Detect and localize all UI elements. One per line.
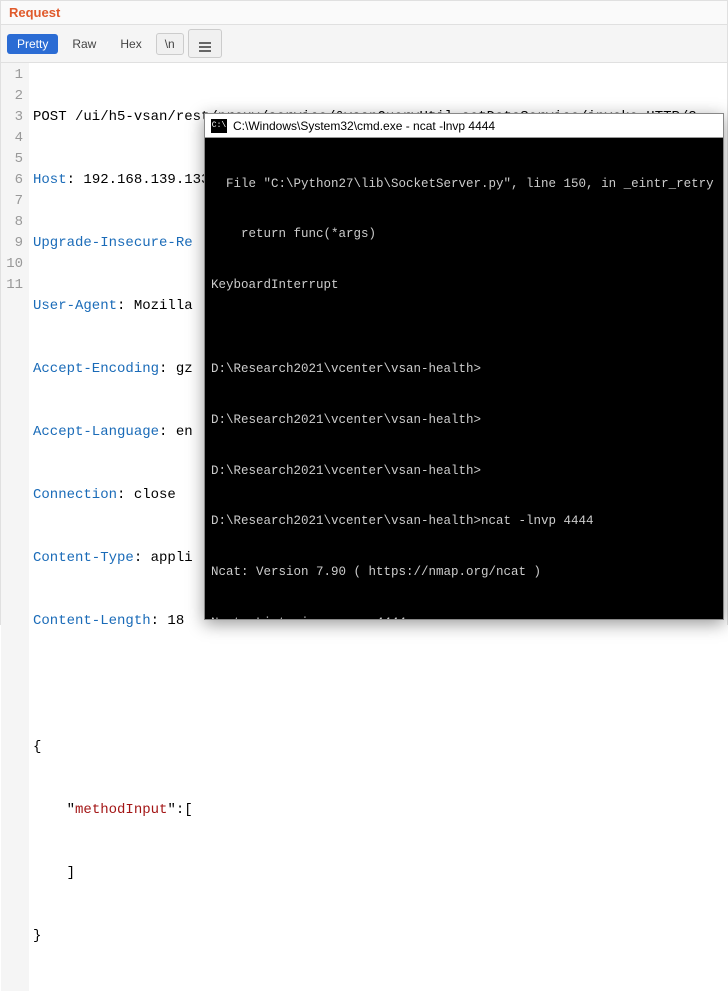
line-number: 6 [3,170,23,191]
json-body-close: } [33,926,723,947]
line-number: 11 [3,275,23,296]
cmd-line: D:\Research2021\vcenter\vsan-health> [211,412,717,429]
menu-button[interactable] [188,29,222,58]
line-number: 7 [3,191,23,212]
json-body-line1: "methodInput":[ [33,800,723,821]
line-number: 1 [3,65,23,86]
cmd-line: D:\Research2021\vcenter\vsan-health>ncat… [211,513,717,530]
cmd-line: KeyboardInterrupt [211,277,717,294]
hamburger-icon [197,40,213,54]
line-gutter: 1 2 3 4 5 6 7 8 9 10 11 [1,63,29,991]
cmd-line: D:\Research2021\vcenter\vsan-health> [211,463,717,480]
line-number: 4 [3,128,23,149]
json-body-open: { [33,737,723,758]
cmd-window[interactable]: C:\ C:\Windows\System32\cmd.exe - ncat -… [204,113,724,620]
newline-button[interactable]: \n [156,33,184,55]
line-number: 9 [3,233,23,254]
tab-hex[interactable]: Hex [110,34,151,54]
cmd-window-title: C:\Windows\System32\cmd.exe - ncat -lnvp… [233,119,495,133]
cmd-icon: C:\ [211,119,227,133]
cmd-line: return func(*args) [211,226,717,243]
panel-title: Request [9,5,60,20]
line-number: 3 [3,107,23,128]
toolbar: Pretty Raw Hex \n [1,25,727,63]
line-number: 5 [3,149,23,170]
cmd-titlebar[interactable]: C:\ C:\Windows\System32\cmd.exe - ncat -… [205,114,723,138]
line-number: 8 [3,212,23,233]
cmd-line: Ncat: Version 7.90 ( https://nmap.org/nc… [211,564,717,581]
cmd-output[interactable]: File "C:\Python27\lib\SocketServer.py", … [205,138,723,619]
cmd-line: D:\Research2021\vcenter\vsan-health> [211,361,717,378]
line-number: 2 [3,86,23,107]
tab-raw[interactable]: Raw [62,34,106,54]
cmd-line: Ncat: Listening on :::4444 [211,615,717,620]
line-number: 10 [3,254,23,275]
cmd-line: File "C:\Python27\lib\SocketServer.py", … [211,176,717,193]
tab-pretty[interactable]: Pretty [7,34,58,54]
panel-header: Request [1,1,727,25]
blank-line [33,674,723,695]
json-body-line2: ] [33,863,723,884]
